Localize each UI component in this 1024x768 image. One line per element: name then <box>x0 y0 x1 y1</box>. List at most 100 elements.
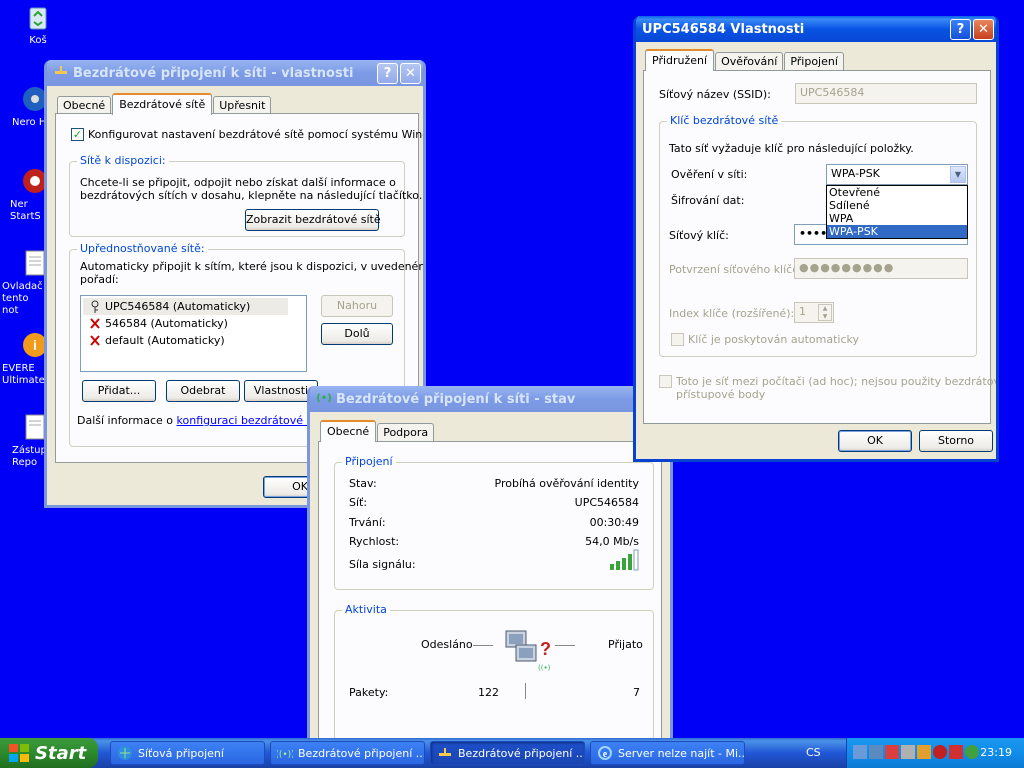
auth-option[interactable]: Otevřené <box>827 186 967 199</box>
task-wireless-status[interactable]: ((•)) Bezdrátové připojení ... <box>270 741 425 765</box>
windows-logo-icon <box>8 743 30 763</box>
wireless-key-group: Klíč bezdrátové sítě Tato síť vyžaduje k… <box>659 114 977 357</box>
internet-explorer-icon: e <box>597 745 613 761</box>
antivirus-tray-icon[interactable] <box>949 745 963 759</box>
network-unavailable-icon <box>89 334 101 347</box>
system-tray: 23:19 <box>846 738 1024 768</box>
messenger-tray-icon[interactable] <box>965 745 979 759</box>
preferred-networks-title: Upřednostňované sítě: <box>77 242 208 255</box>
connection-title: Připojení <box>342 455 396 468</box>
ssid-field[interactable]: UPC546584 <box>795 83 977 104</box>
adhoc-label-line1: Toto je síť mezi počítači (ad hoc); nejs… <box>676 375 999 388</box>
window-title: Bezdrátové připojení k síti - stav <box>336 391 576 407</box>
auth-option[interactable]: WPA <box>827 212 967 225</box>
key-icon <box>89 300 101 313</box>
tab-authentication[interactable]: Ověřování <box>715 52 784 71</box>
help-button[interactable]: ? <box>950 18 971 40</box>
start-label: Start <box>35 742 87 764</box>
add-button[interactable]: Přidat... <box>82 380 156 402</box>
tab-association[interactable]: Přidružení <box>645 49 715 71</box>
network-folder-icon <box>117 745 133 761</box>
titlebar[interactable]: Bezdrátové připojení k síti - vlastnosti… <box>47 60 423 86</box>
duration-label: Trvání: <box>349 516 386 529</box>
adhoc-checkbox[interactable] <box>659 375 672 388</box>
auth-option-selected[interactable]: WPA-PSK <box>827 225 967 238</box>
list-item[interactable]: 546584 (Automaticky) <box>83 315 306 332</box>
configure-windows-checkbox[interactable]: ✓ <box>71 128 84 141</box>
app-tray-icon[interactable] <box>917 745 931 759</box>
help-button[interactable]: ? <box>377 62 398 84</box>
task-internet-explorer[interactable]: e Server nelze najít - Mi... <box>590 741 745 765</box>
svg-text:((•)): ((•)) <box>538 664 550 671</box>
more-info-text: Další informace o konfiguraci bezdrátové… <box>77 414 326 427</box>
confirm-key-field[interactable]: ●●●●●●●●● <box>794 258 968 279</box>
titlebar[interactable]: ((•)) Bezdrátové připojení k síti - stav <box>310 386 670 412</box>
wireless-icon: ((•)) <box>312 389 337 409</box>
more-info-prefix: Další informace o <box>77 414 177 427</box>
titlebar[interactable]: UPC546584 Vlastnosti ? ✕ <box>636 16 996 42</box>
sent-label: Odesláno <box>421 638 473 651</box>
security-tray-icon[interactable] <box>933 745 947 759</box>
activity-title: Aktivita <box>342 603 390 616</box>
network-label: Síť: <box>349 496 368 509</box>
language-indicator[interactable]: CS <box>806 746 821 759</box>
network-icon <box>53 63 69 83</box>
remove-button[interactable]: Odebrat <box>166 380 240 402</box>
move-up-button[interactable]: Nahoru <box>321 295 393 317</box>
task-wireless-properties[interactable]: Bezdrátové připojení ... <box>430 741 585 765</box>
auth-select[interactable]: WPA-PSK ▼ <box>826 164 968 185</box>
list-item[interactable]: default (Automaticky) <box>83 332 306 349</box>
chevron-down-icon[interactable]: ▼ <box>950 166 966 183</box>
packets-received-value: 7 <box>633 686 640 699</box>
network-tray-icon[interactable] <box>853 745 867 759</box>
task-label: Síťová připojení <box>138 746 224 760</box>
ok-button[interactable]: OK <box>838 430 912 452</box>
move-down-button[interactable]: Dolů <box>321 323 393 345</box>
network-icon <box>437 745 453 761</box>
key-index-value: 1 <box>799 305 806 318</box>
wireless-tray-icon[interactable] <box>869 745 883 759</box>
tab-wireless-networks[interactable]: Bezdrátové sítě <box>112 93 213 115</box>
list-item[interactable]: UPC546584 (Automaticky) <box>83 298 288 315</box>
recycle-bin-icon <box>23 2 53 32</box>
tab-general[interactable]: Obecné <box>320 420 377 442</box>
preferred-text-2: pořadí: <box>80 273 119 286</box>
task-label: Server nelze najít - Mi... <box>618 746 745 760</box>
signal-strength-icon <box>609 549 639 574</box>
desktop-icon-recycle-bin[interactable]: Koš <box>8 2 68 46</box>
start-button[interactable]: Start <box>0 738 98 768</box>
auth-label: Ověření v síti: <box>671 168 748 181</box>
computers-activity-icon: ? ((•)) <box>502 623 553 674</box>
key-index-spinner[interactable]: 1 ▲ ▼ <box>794 302 834 323</box>
cancel-button[interactable]: Storno <box>919 430 993 452</box>
available-networks-title: Sítě k dispozici: <box>77 154 169 167</box>
spinner-arrows-icon[interactable]: ▲ ▼ <box>818 304 832 321</box>
clock[interactable]: 23:19 <box>980 746 1012 759</box>
svg-text:((•)): ((•)) <box>277 750 293 760</box>
auto-key-checkbox[interactable] <box>671 333 684 346</box>
close-button[interactable]: ✕ <box>400 62 421 84</box>
auth-select-value: WPA-PSK <box>831 167 880 180</box>
show-wireless-networks-button[interactable]: Zobrazit bezdrátové sítě <box>245 209 381 231</box>
network-value: UPC546584 <box>574 496 639 509</box>
configure-wireless-link[interactable]: konfiguraci bezdrátové sítě <box>177 414 327 427</box>
auth-option[interactable]: Sdílené <box>827 199 967 212</box>
preferred-text-1: Automaticky připojit k sítím, které jsou… <box>80 260 426 273</box>
network-name: UPC546584 (Automaticky) <box>105 300 251 313</box>
key-index-label: Index klíče (rozšířené): <box>669 307 795 320</box>
preferred-networks-list[interactable]: UPC546584 (Automaticky) 546584 (Automati… <box>80 295 307 372</box>
tab-support[interactable]: Podpora <box>377 423 435 442</box>
close-button[interactable]: ✕ <box>973 18 994 40</box>
volume-tray-icon[interactable] <box>901 745 915 759</box>
connection-group: Připojení Stav: Probíhá ověřování identi… <box>334 455 654 590</box>
tab-connection[interactable]: Připojení <box>784 52 844 71</box>
status-label: Stav: <box>349 477 377 490</box>
duration-value: 00:30:49 <box>589 516 639 529</box>
network-key-label: Síťový klíč: <box>669 229 729 242</box>
desktop-icon-label: Zástup Repo <box>12 445 46 468</box>
auth-dropdown-list: Otevřené Sdílené WPA WPA-PSK <box>826 185 968 239</box>
speed-value: 54,0 Mb/s <box>585 535 639 548</box>
task-network-connections[interactable]: Síťová připojení <box>110 741 265 765</box>
network-error-tray-icon[interactable] <box>885 745 899 759</box>
svg-text:?: ? <box>540 639 550 659</box>
